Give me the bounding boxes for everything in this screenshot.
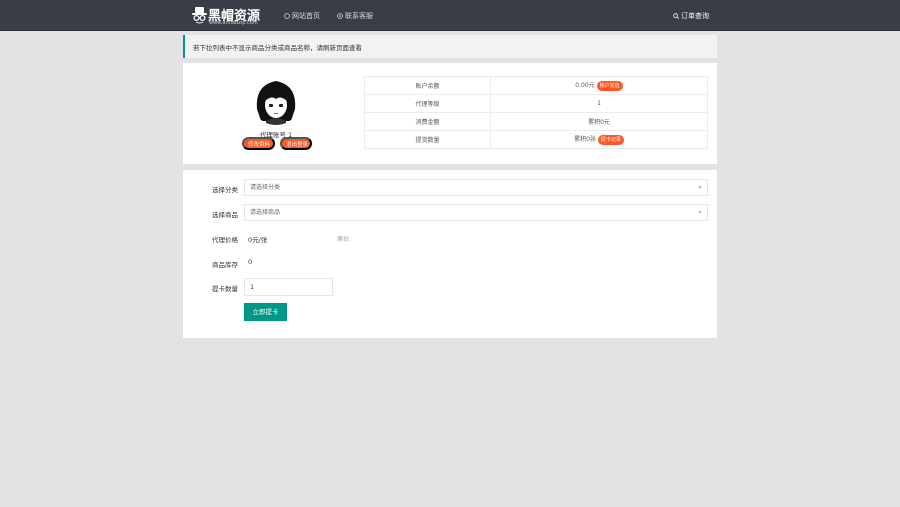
pickup-cell: 累积0张 提卡记录: [490, 130, 708, 149]
submit-pickup-button[interactable]: 立即提卡: [244, 303, 287, 321]
home-icon: [284, 13, 290, 19]
spent-label: 消费金额: [364, 112, 491, 131]
profile-card: 代理账号 1 修改资料 退出登录 账户余额 0.00元 账户充值 代理等级 1 消…: [183, 63, 717, 164]
site-logo[interactable]: 黑帽资源 www.antiadzip.com: [192, 5, 272, 27]
logout-button[interactable]: 退出登录: [280, 137, 312, 150]
pickup-label: 提货数量: [364, 130, 491, 149]
price-value: 0元/张: [248, 236, 268, 244]
chevron-down-icon: [698, 186, 702, 189]
account-info-table: 账户余额 0.00元 账户充值 代理等级 1 消费金额 累积0元 提货数量 累积0…: [364, 76, 708, 149]
nav-home-link[interactable]: 网站首页: [284, 11, 320, 21]
table-row: 提货数量 累积0张 提卡记录: [364, 130, 708, 149]
product-label: 选择商品: [212, 211, 238, 219]
pickup-records-button[interactable]: 提卡记录: [597, 134, 624, 145]
table-row: 代理等级 1: [364, 94, 708, 113]
recharge-button[interactable]: 账户充值: [596, 80, 623, 91]
hat-glasses-icon: [192, 7, 207, 24]
stock-value: 0: [248, 258, 253, 266]
original-price-note: 原价:: [337, 236, 352, 243]
price-label: 代理价格: [212, 236, 238, 244]
pickup-form-card: 选择分类 请选择分类 选择商品 请选择商品 代理价格 0元/张 原价: 商品库存…: [183, 170, 717, 338]
product-select[interactable]: 请选择商品: [244, 204, 708, 221]
product-select-value: 请选择商品: [250, 209, 281, 216]
edit-profile-button[interactable]: 修改资料: [242, 137, 275, 150]
nav-contact-link[interactable]: 联系客服: [337, 11, 373, 21]
level-label: 代理等级: [364, 94, 491, 113]
category-label: 选择分类: [212, 186, 238, 194]
logo-subtitle: www.antiadzip.com: [209, 20, 258, 26]
spent-value: 累积0元: [490, 112, 708, 131]
table-row: 账户余额 0.00元 账户充值: [364, 76, 708, 95]
pickup-value: 累积0张: [574, 136, 596, 144]
nav-home-label: 网站首页: [292, 12, 320, 20]
balance-cell: 0.00元 账户充值: [490, 76, 708, 95]
category-select[interactable]: 请选择分类: [244, 179, 708, 196]
balance-label: 账户余额: [364, 76, 491, 95]
chevron-down-icon: [698, 211, 702, 214]
avatar: [251, 75, 301, 125]
table-row: 消费金额 累积0元: [364, 112, 708, 131]
nav-contact-label: 联系客服: [345, 12, 373, 20]
headset-icon: [337, 13, 343, 19]
notice-bar: 若下拉列表中不显示商品分类或商品名称，请刷新页面查看: [183, 35, 717, 58]
top-navbar: 黑帽资源 www.antiadzip.com 网站首页 联系客服 订单查询: [0, 0, 900, 31]
category-select-value: 请选择分类: [250, 184, 281, 191]
notice-text: 若下拉列表中不显示商品分类或商品名称，请刷新页面查看: [193, 44, 362, 52]
nav-order-query-label: 订单查询: [681, 12, 709, 20]
quantity-input[interactable]: [244, 278, 333, 296]
nav-order-query-link[interactable]: 订单查询: [673, 11, 709, 21]
level-value: 1: [490, 94, 708, 113]
balance-value: 0.00元: [575, 82, 595, 90]
search-icon: [673, 13, 679, 19]
quantity-label: 提卡数量: [212, 285, 238, 293]
avatar-image: [251, 75, 301, 125]
stock-label: 商品库存: [212, 261, 238, 269]
